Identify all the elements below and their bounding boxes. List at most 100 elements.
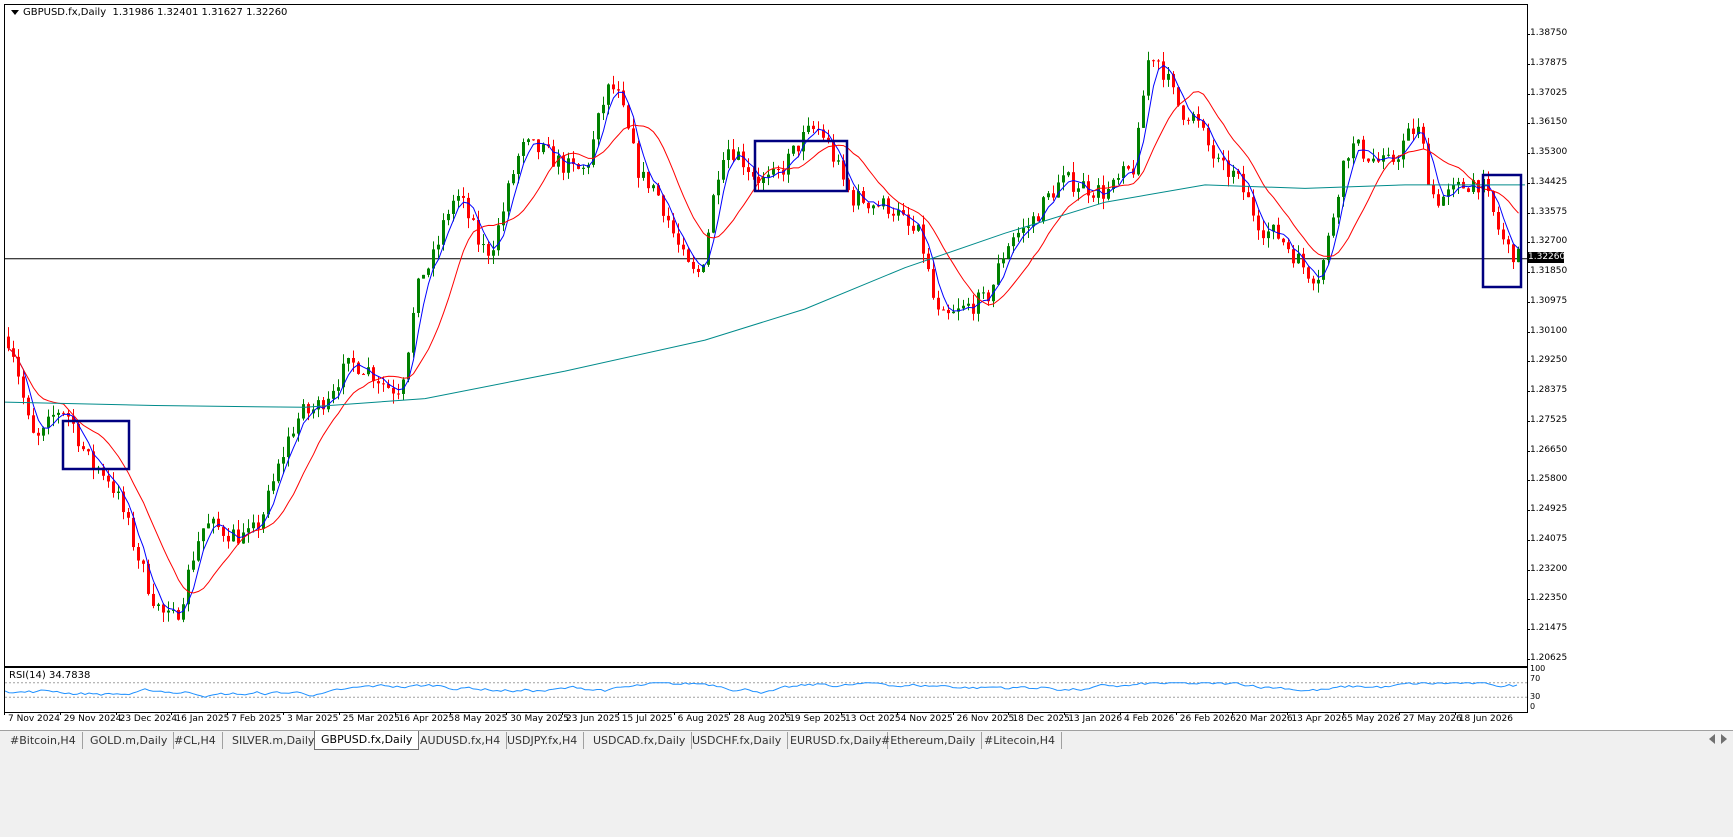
time-tick	[1120, 712, 1121, 715]
dropdown-triangle-icon[interactable]	[11, 9, 19, 15]
chart-tab[interactable]: #CL,H4	[168, 732, 223, 749]
time-axis-label: 18 Jun 2026	[1458, 714, 1513, 724]
chart-tab[interactable]: USDCHF.fx,Daily	[686, 732, 789, 749]
candle-body	[792, 145, 795, 154]
candle-body	[1297, 253, 1300, 264]
time-tick	[4, 712, 5, 715]
rsi-line	[5, 682, 1518, 698]
candle-body	[1122, 166, 1125, 179]
candle-body	[392, 387, 395, 394]
time-axis-label: 13 Apr 2026	[1291, 714, 1348, 724]
candle-body	[47, 416, 50, 428]
candle-body	[42, 427, 45, 436]
chart-tab[interactable]: SILVER.m,Daily	[226, 732, 322, 749]
candle-body	[142, 560, 145, 564]
candle-body	[277, 463, 280, 482]
chart-tab[interactable]: GOLD.m,Daily	[84, 732, 175, 749]
chart-tab[interactable]: #Bitcoin,H4	[4, 732, 83, 749]
candle-body	[307, 404, 310, 414]
time-axis-label: 4 Feb 2026	[1124, 714, 1175, 724]
chart-tab[interactable]: #Litecoin,H4	[978, 732, 1063, 749]
candle-body	[197, 541, 200, 561]
candle-body	[932, 269, 935, 298]
candle-body	[1152, 60, 1155, 62]
candle-body	[1147, 60, 1150, 96]
candle-body	[422, 274, 425, 279]
tab-scroll-right-icon[interactable]	[1721, 734, 1727, 744]
candle-body	[637, 143, 640, 178]
candle-body	[1007, 246, 1010, 259]
candle-body	[517, 155, 520, 175]
time-tick	[1287, 712, 1289, 715]
candle-body	[1217, 157, 1220, 159]
candle-body	[7, 336, 10, 349]
candle-body	[437, 244, 440, 250]
chart-tab[interactable]: EURUSD.fx,Daily	[784, 732, 889, 749]
candle-body	[1457, 181, 1460, 185]
candle-body	[1067, 172, 1070, 176]
candle-body	[452, 200, 455, 214]
tab-active-chart[interactable]: GBPUSD.fx,Daily	[314, 731, 420, 750]
chart-tab[interactable]: USDJPY.fx,H4	[501, 732, 585, 749]
price-level-label: 1.26650	[1530, 444, 1568, 455]
candle-body	[1402, 140, 1405, 160]
time-axis-label: 7 Feb 2025	[231, 714, 282, 724]
chart-tab[interactable]: AUDUSD.fx,H4	[414, 732, 508, 749]
candle-body	[742, 151, 745, 168]
candle-body	[1102, 185, 1105, 199]
candle-body	[602, 104, 605, 114]
time-axis-label: 16 Apr 2025	[398, 714, 455, 724]
candle-body	[1307, 267, 1310, 279]
tab-scroll-left-icon[interactable]	[1709, 734, 1715, 744]
candle-body	[762, 177, 765, 184]
chart-tab[interactable]: #Ethereum,Daily	[875, 732, 983, 749]
candle-body	[352, 357, 355, 363]
candle-body	[1277, 224, 1280, 239]
candle-body	[297, 418, 300, 434]
candle-body	[1017, 232, 1020, 238]
candle-body	[442, 220, 445, 245]
rsi-level-label: 30	[1530, 692, 1541, 701]
price-chart-canvas[interactable]	[5, 5, 1527, 666]
price-level-label: 1.31850	[1530, 266, 1568, 276]
price-chart[interactable]: GBPUSD.fx,Daily 1.31986 1.32401 1.31627 …	[4, 4, 1528, 667]
candle-body	[1107, 189, 1110, 199]
candle-body	[1512, 244, 1515, 263]
time-tick	[729, 712, 731, 715]
candle-body	[612, 84, 615, 90]
candle-body	[1052, 193, 1055, 198]
candle-body	[1157, 60, 1160, 62]
candle-body	[632, 128, 635, 144]
candle-body	[537, 139, 540, 153]
price-level-label: 1.37875	[1530, 57, 1568, 68]
candle-body	[37, 432, 40, 436]
chart-tab[interactable]: USDCAD.fx,Daily	[587, 732, 693, 749]
time-axis-label: 23 Dec 2024	[119, 714, 178, 724]
candle-body	[722, 160, 725, 180]
candle-body	[947, 309, 950, 314]
candle-body	[682, 244, 685, 250]
candle-body	[282, 457, 285, 464]
candle-body	[922, 224, 925, 254]
time-axis-label: 18 Dec 2025	[1012, 714, 1070, 724]
rsi-canvas	[5, 682, 1527, 698]
candle-body	[1407, 128, 1410, 141]
candle-body	[1137, 127, 1140, 175]
candle-body	[777, 169, 780, 171]
candle-body	[167, 610, 170, 613]
candle-body	[767, 174, 770, 178]
price-level-label: 1.29250	[1530, 355, 1568, 366]
time-tick	[1064, 712, 1066, 715]
candle-body	[1092, 195, 1095, 198]
candle-body	[647, 171, 650, 189]
price-level-label: 1.20625	[1530, 652, 1568, 663]
price-level-label: 1.28375	[1530, 385, 1568, 395]
candle-body	[1287, 242, 1290, 250]
candle-body	[427, 268, 430, 275]
candle-body	[522, 142, 525, 156]
rsi-level-label: 70	[1530, 674, 1541, 683]
candle-body	[302, 404, 305, 419]
highlight-rectangle	[61, 419, 131, 471]
rsi-panel[interactable]: RSI(14) 34.7838	[4, 667, 1528, 713]
price-level-label: 1.27525	[1530, 414, 1568, 425]
